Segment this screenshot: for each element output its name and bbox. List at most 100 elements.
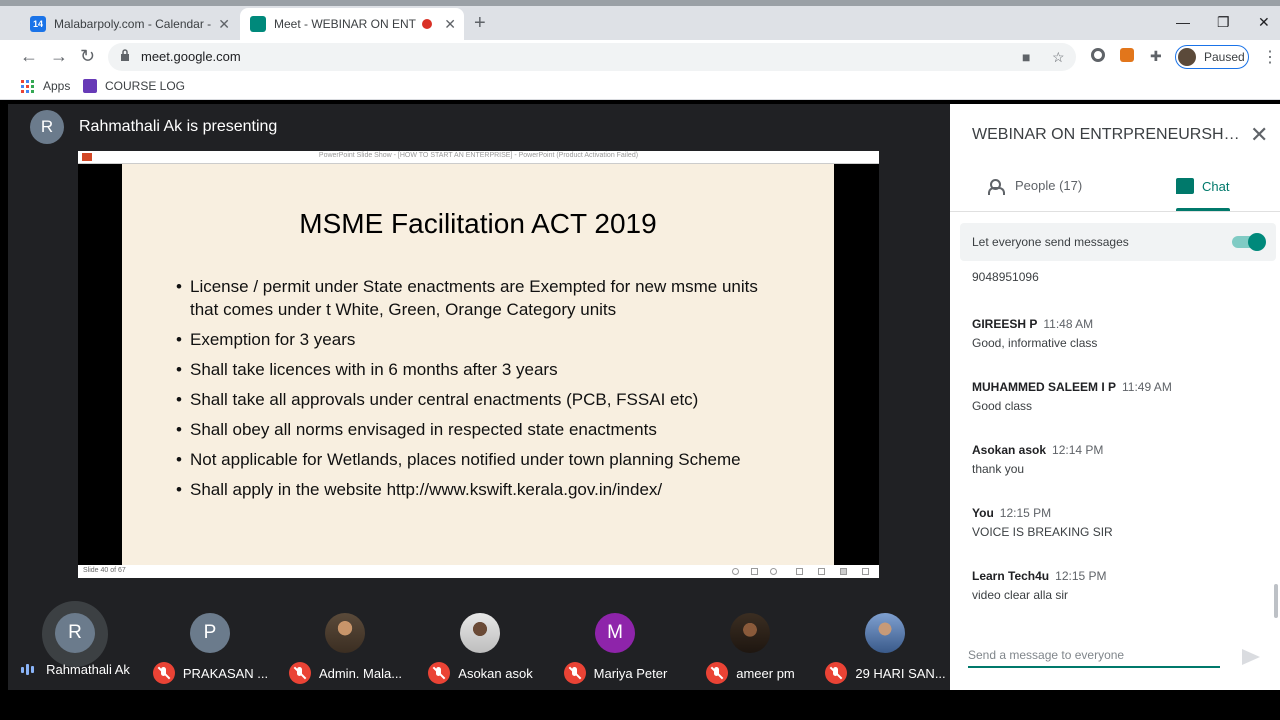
send-icon[interactable]	[1242, 649, 1260, 665]
tab-calendar[interactable]: 14 Malabarpoly.com - Calendar - Sa ✕	[20, 8, 238, 40]
participant-tile[interactable]: Asokan asok	[413, 604, 548, 690]
avatar	[865, 613, 905, 653]
bookmark-label: Apps	[43, 79, 71, 93]
bottom-edge	[0, 690, 1280, 720]
toggle-label: Let everyone send messages	[972, 235, 1129, 249]
participant-tile[interactable]: M Mariya Peter	[548, 604, 683, 690]
reload-button[interactable]: ↻	[80, 46, 95, 67]
star-icon[interactable]: ☆	[1052, 49, 1065, 66]
slideshow-icon[interactable]	[862, 568, 869, 575]
close-icon[interactable]: ✕	[444, 16, 456, 33]
participant-tile[interactable]: ameer pm	[683, 604, 818, 690]
message-text: thank you	[972, 462, 1025, 476]
avatar	[460, 613, 500, 653]
message-sender: You	[972, 506, 994, 520]
side-panel: WEBINAR ON ENTRPRENEURSHIP... ✕ People (…	[950, 104, 1280, 690]
tab-title: Meet - WEBINAR ON ENTRP	[274, 17, 416, 31]
slide-bullet: Shall obey all norms envisaged in respec…	[176, 418, 766, 441]
ppt-window-titlebar: PowerPoint Slide Show - [HOW TO START AN…	[78, 151, 879, 164]
close-panel-button[interactable]: ✕	[1250, 122, 1268, 148]
meeting-title: WEBINAR ON ENTRPRENEURSHIP...	[972, 126, 1240, 143]
left-edge	[0, 100, 8, 690]
participant-tile[interactable]: R Rahmathali Ak	[8, 601, 143, 690]
camera-icon[interactable]: ■	[1022, 49, 1030, 65]
puzzle-icon[interactable]: ✚	[1150, 48, 1162, 65]
chat-messages: 9048951096 GIREESH P 11:48 AM Good, infor…	[972, 270, 1262, 618]
meet-icon	[250, 16, 266, 32]
divider	[950, 211, 1280, 212]
normal-view-icon[interactable]	[796, 568, 803, 575]
profile-button[interactable]: Paused	[1175, 45, 1249, 69]
mic-off-icon	[563, 662, 586, 684]
new-tab-button[interactable]: +	[474, 12, 486, 35]
forward-button[interactable]: →	[50, 46, 68, 67]
bookmark-label: COURSE LOG	[105, 79, 186, 93]
slide: MSME Facilitation ACT 2019 License / per…	[122, 164, 834, 565]
message-time: 11:48 AM	[1043, 317, 1094, 331]
participant-name: Rahmathali Ak	[46, 662, 130, 677]
presentation-frame[interactable]: PowerPoint Slide Show - [HOW TO START AN…	[78, 151, 879, 578]
sorter-view-icon[interactable]	[818, 568, 825, 575]
recording-icon	[422, 19, 432, 29]
slide-menu-icon[interactable]	[751, 568, 758, 575]
slide-number: Slide 40 of 67	[83, 567, 126, 574]
address-bar[interactable]: meet.google.com ■ ☆	[108, 43, 1076, 71]
chat-icon	[1176, 178, 1194, 194]
reading-view-icon[interactable]	[840, 568, 847, 575]
mic-off-icon	[428, 662, 451, 684]
extension-record-icon[interactable]	[1091, 48, 1105, 62]
course-log-icon	[83, 79, 97, 93]
chat-message: Asokan asok 12:14 PM thank you	[972, 443, 1103, 476]
message-time: 11:49 AM	[1122, 380, 1172, 394]
ppt-window-title: PowerPoint Slide Show - [HOW TO START AN…	[318, 152, 639, 159]
slide-title: MSME Facilitation ACT 2019	[299, 208, 657, 239]
people-icon	[988, 178, 1008, 195]
tab-meet[interactable]: Meet - WEBINAR ON ENTRP ✕	[240, 8, 464, 40]
tab-chat[interactable]: Chat	[1176, 178, 1229, 194]
send-messages-setting: Let everyone send messages	[960, 223, 1276, 261]
participant-name-row: Admin. Mala...	[278, 662, 413, 684]
bookmarks-bar: Apps COURSE LOG	[0, 74, 1280, 100]
avatar: P	[190, 613, 230, 653]
mic-off-icon	[152, 662, 175, 684]
chat-input[interactable]	[968, 644, 1220, 666]
message-text: Good class	[972, 399, 1033, 413]
avatar: R	[55, 613, 95, 653]
apps-icon	[21, 79, 34, 93]
back-button[interactable]: ←	[20, 46, 38, 67]
participant-tile[interactable]: P PRAKASAN ...	[143, 604, 278, 690]
message-time: 12:15 PM	[1055, 569, 1107, 583]
participant-name-row: ameer pm	[683, 662, 818, 684]
mic-off-icon	[706, 662, 729, 684]
participant-name: Admin. Mala...	[318, 665, 403, 681]
restore-button[interactable]: ❐	[1217, 14, 1230, 31]
chat-scrollbar[interactable]	[1274, 584, 1278, 618]
slide-bullet: Shall take all approvals under central e…	[176, 388, 766, 411]
prev-slide-icon[interactable]	[732, 568, 739, 575]
slide-bullets: License / permit under State enactments …	[176, 275, 766, 508]
next-slide-icon[interactable]	[770, 568, 777, 575]
participant-tile[interactable]: 29 HARI SAN...	[818, 604, 953, 690]
participant-name: PRAKASAN ...	[182, 665, 269, 681]
participant-name: Asokan asok	[458, 665, 533, 681]
tab-people[interactable]: People (17)	[988, 178, 1082, 195]
close-icon[interactable]: ✕	[218, 16, 230, 33]
more-menu-icon[interactable]: ⋮	[1262, 47, 1278, 67]
bookmark-apps[interactable]: Apps	[21, 79, 70, 93]
avatar	[730, 613, 770, 653]
bookmark-course-log[interactable]: COURSE LOG	[83, 79, 185, 93]
avatar: M	[595, 613, 635, 653]
window-close-button[interactable]: ✕	[1258, 14, 1270, 31]
lock-icon	[121, 49, 129, 61]
send-messages-toggle[interactable]	[1232, 233, 1266, 251]
participant-name-row: Rahmathali Ak	[8, 662, 143, 677]
participant-tile[interactable]: Admin. Mala...	[278, 604, 413, 690]
message-sender: GIREESH P	[972, 317, 1038, 331]
metamask-icon[interactable]	[1120, 48, 1134, 62]
tab-strip: 14 Malabarpoly.com - Calendar - Sa ✕ Mee…	[0, 0, 1280, 40]
url-text: meet.google.com	[141, 49, 241, 64]
participant-name-row: 29 HARI SAN...	[818, 662, 953, 684]
message-text: 9048951096	[972, 270, 1039, 284]
minimize-button[interactable]: —	[1176, 14, 1190, 30]
message-text: video clear alla sir	[972, 588, 1069, 602]
